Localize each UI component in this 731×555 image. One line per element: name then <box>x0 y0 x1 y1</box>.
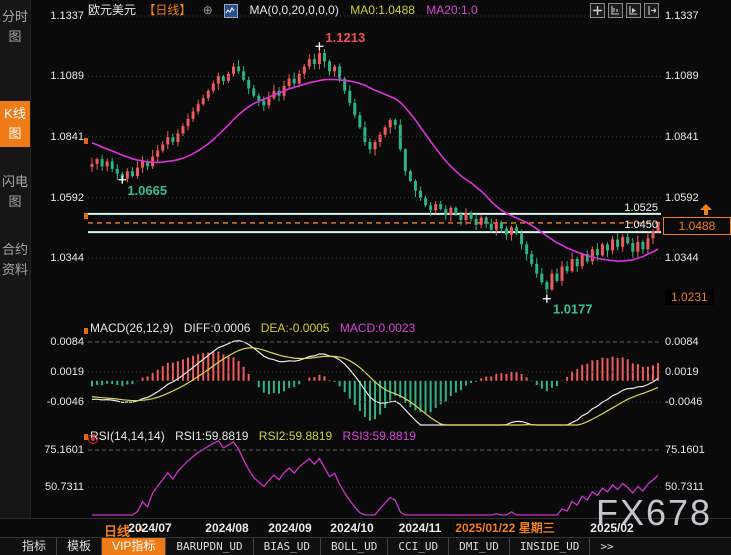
price-axis-label-left: 1.1337 <box>30 10 84 22</box>
macd-diff-value: DIFF:0.0006 <box>184 321 251 335</box>
pane-add-icon[interactable] <box>608 3 623 18</box>
tab-inside_ud[interactable]: INSIDE_UD <box>510 538 591 555</box>
macd-axis-label-left: 0.0084 <box>30 336 84 348</box>
date-axis-label: 2024/09 <box>268 521 311 535</box>
price-axis-label-right: 1.0592 <box>665 192 727 204</box>
period-tag: 【日线】 <box>143 3 191 17</box>
support-level-label: 1.0450 <box>560 219 658 231</box>
chart-canvas[interactable]: 1.1213 1.0665 1.0177 <box>0 0 731 555</box>
price-axis-label-left: 1.0592 <box>30 192 84 204</box>
rsi-panel-header: RSI(14,14,14) RSI1:59.8819 RSI2:59.8819 … <box>90 429 423 443</box>
low-price-tag: 1.0231 <box>665 289 714 305</box>
rsi1-value: RSI1:59.8819 <box>175 429 248 443</box>
price-axis-label-left: 1.0841 <box>30 131 84 143</box>
macd-dea-value: DEA:-0.0005 <box>261 321 330 335</box>
macd-value: MACD:0.0023 <box>340 321 415 335</box>
price-axis-label-left: 1.1089 <box>30 70 84 82</box>
macd-axis-label-right: 0.0019 <box>665 366 727 378</box>
date-axis-label: 2024/07 <box>128 521 171 535</box>
rsi-title: RSI(14,14,14) <box>90 429 165 443</box>
chart-header: 欧元美元 【日线】 ⊕ MA(0,0,20,0,0,0) MA0:1.0488 … <box>88 1 486 16</box>
macd-axis-label-right: -0.0046 <box>665 396 727 408</box>
low-right-annotation: 1.0177 <box>553 302 593 317</box>
date-axis-label: 2025/02 <box>590 521 633 535</box>
move-icon[interactable] <box>590 3 605 18</box>
high-annotation: 1.1213 <box>325 30 365 45</box>
pane-play-icon[interactable] <box>626 3 641 18</box>
macd-title: MACD(26,12,9) <box>90 321 173 335</box>
macd-panel-header: MACD(26,12,9) DIFF:0.0006 DEA:-0.0005 MA… <box>90 321 422 335</box>
macd-axis-label-left: 0.0019 <box>30 366 84 378</box>
low-left-annotation: 1.0665 <box>127 183 167 198</box>
tabs-more-button[interactable]: >> <box>590 538 623 555</box>
date-axis-label: 2024/10 <box>330 521 373 535</box>
price-up-arrow-icon <box>699 204 713 216</box>
rsi2-value: RSI2:59.8819 <box>259 429 332 443</box>
alert-dot-icon <box>88 434 98 444</box>
chart-toolbar <box>590 3 659 18</box>
rsi3-value: RSI3:59.8819 <box>343 429 416 443</box>
price-axis-label-right: 1.1089 <box>665 70 727 82</box>
time-axis: 日线 ▲ 2025/01/22 星期三 2024/072024/082024/0… <box>0 518 731 538</box>
symbol-name: 欧元美元 <box>88 3 136 17</box>
rsi-axis-label-right: 75.1601 <box>665 444 727 456</box>
tab-模板[interactable]: 模板 <box>57 538 102 555</box>
rsi-axis-label-right: 50.7311 <box>665 481 727 493</box>
rsi-axis-label-left: 50.7311 <box>30 481 84 493</box>
tab-boll_ud[interactable]: BOLL_UD <box>321 538 388 555</box>
tab-dmi_ud[interactable]: DMI_UD <box>449 538 510 555</box>
tab-cci_ud[interactable]: CCI_UD <box>388 538 449 555</box>
tab-指标[interactable]: 指标 <box>12 538 57 555</box>
resistance-level-label: 1.0525 <box>560 202 658 214</box>
chart-application: 分时图 K线图 闪电图 合约资料 欧元美元 【日线】 ⊕ MA(0,0,20,0… <box>0 0 731 555</box>
price-axis-label-left: 1.0344 <box>30 252 84 264</box>
macd-axis-label-right: 0.0084 <box>665 336 727 348</box>
date-axis-label: 2024/08 <box>205 521 248 535</box>
indicator-tab-bar: 指标模板VIP指标BARUPDN_UDBIAS_UDBOLL_UDCCI_UDD… <box>0 537 731 555</box>
price-axis-label-right: 1.1337 <box>665 10 727 22</box>
current-price-box: 1.0488 <box>663 217 731 235</box>
ma-settings-label: MA(0,0,20,0,0,0) <box>249 3 338 17</box>
candlestick-mini-icon[interactable] <box>224 4 238 18</box>
ma20-value-label: MA20:1.0 <box>426 3 477 17</box>
price-axis-label-right: 1.0841 <box>665 131 727 143</box>
pane-expand-icon[interactable] <box>644 3 659 18</box>
tab-bias_ud[interactable]: BIAS_UD <box>254 538 321 555</box>
crosshair-date-label: 2025/01/22 星期三 <box>455 520 555 536</box>
ma0-value-label: MA0:1.0488 <box>350 3 415 17</box>
macd-axis-label-left: -0.0046 <box>30 396 84 408</box>
tab-vip指标[interactable]: VIP指标 <box>102 538 166 555</box>
tab-barupdn_ud[interactable]: BARUPDN_UD <box>166 538 253 555</box>
price-axis-label-right: 1.0344 <box>665 252 727 264</box>
date-axis-label: 2024/11 <box>399 521 442 535</box>
add-indicator-icon[interactable]: ⊕ <box>203 3 213 17</box>
rsi-axis-label-left: 75.1601 <box>30 444 84 456</box>
